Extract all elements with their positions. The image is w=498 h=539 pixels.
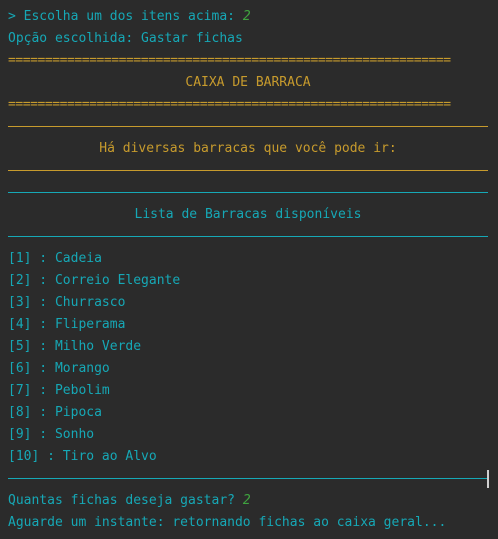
list-item: [2] : Correio Elegante [8,273,181,288]
question-user-input: 2 [242,493,251,508]
console-output[interactable]: > Escolha um dos itens acima: 2 Opção es… [0,0,498,539]
separator-equals-bottom: ========================================… [8,97,451,112]
list-item: [3] : Churrasco [8,295,126,310]
list-item: [8] : Pipoca [8,405,102,420]
list-item: [6] : Morango [8,361,110,376]
prompt-line: > Escolha um dos itens acima: 2 [8,6,251,28]
prompt-user-input: 2 [242,9,251,24]
info-message: Há diversas barracas que você pode ir: [99,141,397,156]
divider-cyan-3 [8,478,488,479]
header-title: CAIXA DE BARRACA [185,75,311,90]
chosen-option-line: Opção escolhida: Gastar fichas [8,31,243,46]
list-item: [1] : Cadeia [8,251,102,266]
list-item: [10] : Tiro ao Alvo [8,449,157,464]
divider-gold-2 [8,170,488,171]
separator-equals-top: ========================================… [8,53,451,68]
list-item: [7] : Pebolim [8,383,110,398]
list-title: Lista de Barracas disponíveis [134,207,362,222]
text-cursor [487,470,489,488]
list-item: [5] : Milho Verde [8,339,142,354]
divider-cyan-2 [8,236,488,237]
divider-cyan-1 [8,192,488,193]
list-item: [9] : Sonho [8,427,95,442]
question-line: Quantas fichas deseja gastar? 2 [8,490,251,512]
prompt-label: > Escolha um dos itens acima: [8,9,243,24]
question-label: Quantas fichas deseja gastar? [8,493,243,508]
status-line: Aguarde um instante: retornando fichas a… [8,515,447,530]
divider-gold-1 [8,126,488,127]
list-item: [4] : Fliperama [8,317,126,332]
